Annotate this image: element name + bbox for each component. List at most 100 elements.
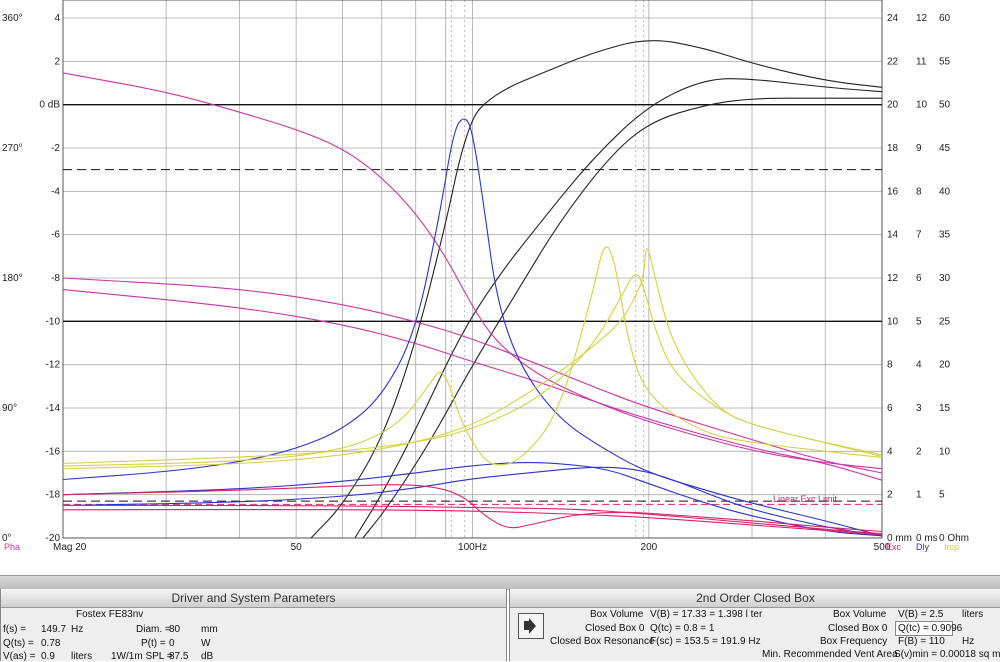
- mag-tick-label: -4: [51, 186, 60, 197]
- mag-tick-label: -12: [46, 360, 61, 371]
- legend-dly: Dly: [916, 542, 929, 552]
- qtc-right-value[interactable]: Q(tc) = 0.9096: [898, 623, 962, 634]
- mag-tick-label: -6: [51, 230, 60, 241]
- exc-tick-label: 12: [887, 273, 899, 284]
- dly-tick-label: 4: [916, 360, 922, 371]
- dly-tick-label: 6: [916, 273, 922, 284]
- exc-tick-label: 14: [887, 230, 899, 241]
- exc-tick-label: 20: [887, 100, 899, 111]
- frequency-response-chart: 420 dB-2-4-6-8-10-12-14-16-18-20360°270°…: [2, 0, 969, 553]
- spl-value[interactable]: 87.5: [169, 651, 188, 662]
- chart-grid: [62, 0, 883, 539]
- spl-unit: dB: [201, 651, 214, 662]
- imp-tick-label: 20: [939, 360, 951, 371]
- spl-label: 1W/1m SPL =: [111, 651, 173, 662]
- magnitude-curve: [354, 78, 883, 539]
- diam-label: Diam. =: [136, 624, 171, 635]
- resonance-label: Closed Box Resonance: [550, 636, 655, 647]
- vas-label: V(as) =: [3, 651, 36, 662]
- imp-tick-label: 35: [939, 230, 951, 241]
- fs-value[interactable]: 149.7: [41, 624, 66, 635]
- imp-tick-label: 15: [939, 403, 951, 414]
- exc-tick-label: 6: [887, 403, 893, 414]
- vb-right-value[interactable]: V(B) = 2.5: [898, 609, 943, 620]
- mag-tick-label: -10: [46, 316, 61, 327]
- exc-tick-label: 8: [887, 360, 893, 371]
- closed-box-q-label-right: Closed Box 0: [828, 623, 888, 634]
- pt-unit: W: [201, 638, 211, 649]
- pt-value[interactable]: 0: [169, 638, 175, 649]
- imp-tick-label: 40: [939, 186, 951, 197]
- x-tick-label: 100Hz: [458, 542, 487, 553]
- dly-tick-label: 1: [916, 490, 922, 501]
- driver-parameters-panel: Driver and System Parameters Fostex FE83…: [0, 589, 507, 662]
- vb-right-unit: liters: [962, 609, 984, 620]
- box-frequency-label: Box Frequency: [820, 636, 888, 647]
- imp-tick-label: 10: [939, 446, 951, 457]
- legend-imp: Imp: [944, 542, 959, 552]
- mag-tick-label: 4: [54, 13, 60, 24]
- fb-value[interactable]: F(B) = 110: [898, 636, 945, 647]
- box-panel-title: 2nd Order Closed Box: [510, 589, 1000, 608]
- fsc-value: F(sc) = 153.5 = 191.9 Hz: [650, 636, 761, 647]
- x-tick-label: Mag 20: [53, 542, 87, 553]
- phase-tick-label: 270°: [2, 143, 23, 154]
- mag-tick-label: -14: [46, 403, 61, 414]
- mag-tick-label: -2: [51, 143, 60, 154]
- fb-unit: Hz: [962, 636, 975, 647]
- box-volume-label-left: Box Volume: [590, 609, 644, 620]
- imp-tick-label: 60: [939, 13, 951, 24]
- imp-tick-label: 25: [939, 316, 951, 327]
- magnitude-curve: [310, 40, 883, 539]
- driver-panel-title: Driver and System Parameters: [1, 589, 506, 608]
- vent-area-value: S(v)min = 0.00018 sq m: [894, 649, 1000, 660]
- qtc-left-value: Q(tc) = 0.8 = 1: [650, 623, 715, 634]
- dly-tick-label: 11: [916, 56, 927, 67]
- dly-tick-label: 9: [916, 143, 922, 154]
- imp-tick-label: 30: [939, 273, 951, 284]
- dly-tick-label: 5: [916, 316, 922, 327]
- mag-tick-label: 0 dB: [39, 100, 60, 111]
- panel-separator-bar: [0, 575, 1000, 590]
- vas-unit: liters: [71, 651, 93, 662]
- legend-exc: Exc: [886, 542, 902, 552]
- closed-box-icon: [518, 613, 544, 639]
- dly-tick-label: 2: [916, 446, 922, 457]
- fs-unit: Hz: [71, 624, 84, 635]
- dly-tick-label: 3: [916, 403, 922, 414]
- x-tick-label: 200: [641, 542, 658, 553]
- linear-exc-limit-annotation: Linear Exc Limit: [773, 494, 838, 504]
- imp-tick-label: 5: [939, 490, 945, 501]
- dly-tick-label: 7: [916, 230, 922, 241]
- vent-area-label: Min. Recommended Vent Area: [762, 649, 898, 660]
- qts-label: Q(ts) =: [3, 638, 34, 649]
- mag-tick-label: -16: [46, 446, 61, 457]
- vas-value[interactable]: 0.9: [41, 651, 55, 662]
- mag-tick-label: 2: [54, 56, 60, 67]
- diam-unit: mm: [201, 624, 218, 635]
- phase-tick-label: 90°: [2, 403, 17, 414]
- dly-tick-label: 12: [916, 13, 928, 24]
- exc-tick-label: 18: [887, 143, 899, 154]
- imp-tick-label: 50: [939, 100, 951, 111]
- pt-label: P(t) =: [141, 638, 166, 649]
- dly-tick-label: 8: [916, 186, 922, 197]
- phase-tick-label: 360°: [2, 13, 23, 24]
- imp-tick-label: 45: [939, 143, 951, 154]
- legend-pha: Pha: [4, 542, 20, 552]
- dly-tick-label: 10: [916, 100, 928, 111]
- imp-tick-label: 55: [939, 56, 951, 67]
- exc-tick-label: 16: [887, 186, 899, 197]
- diam-value[interactable]: 80: [169, 624, 180, 635]
- x-tick-label: 50: [291, 542, 303, 553]
- fs-label: f(s) =: [3, 624, 27, 635]
- driver-name: Fostex FE83nv: [76, 609, 144, 620]
- qts-value[interactable]: 0.78: [41, 638, 60, 649]
- closed-box-panel: 2nd Order Closed Box Box Volume V(B) = 1…: [509, 589, 1000, 661]
- vb-left-value: V(B) = 17.33 = 1.398 l ter: [650, 609, 763, 620]
- exc-tick-label: 4: [887, 446, 893, 457]
- phase-tick-label: 180°: [2, 273, 23, 284]
- exc-tick-label: 24: [887, 13, 899, 24]
- exc-tick-label: 2: [887, 490, 893, 501]
- closed-box-q-label-left: Closed Box 0: [585, 623, 645, 634]
